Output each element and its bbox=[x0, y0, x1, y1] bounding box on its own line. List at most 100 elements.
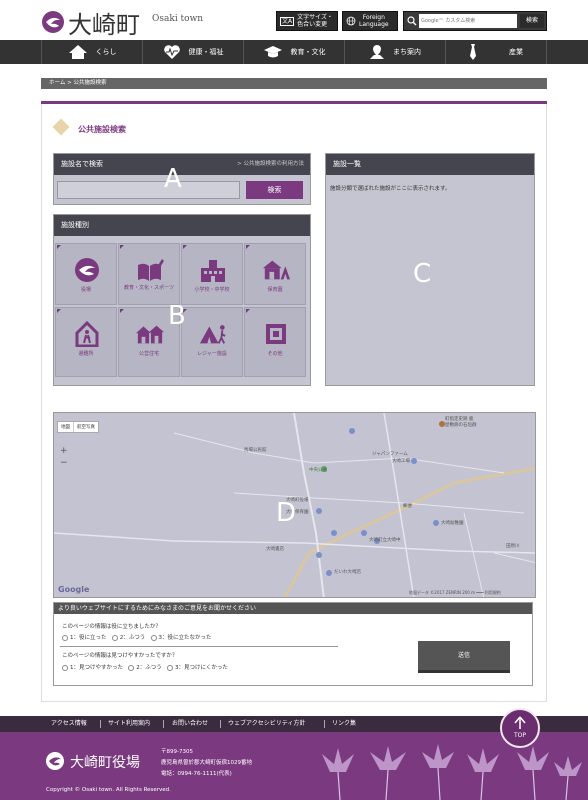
nav-item-kurashi[interactable]: くらし bbox=[41, 40, 142, 64]
name-search-panel: 施設名で検索 > 公共施設検索の利用方法 検索 A bbox=[53, 153, 311, 205]
map-type-map[interactable]: 地図 bbox=[58, 422, 74, 432]
option-label: 1：役に立った bbox=[70, 635, 107, 641]
search-input[interactable] bbox=[419, 14, 517, 28]
site-logo-title[interactable]: 大崎町 bbox=[68, 5, 140, 40]
book-pen-icon bbox=[138, 259, 164, 281]
globe-icon bbox=[346, 16, 356, 26]
radio-button[interactable] bbox=[150, 634, 157, 641]
back-to-top-button[interactable]: TOP bbox=[500, 708, 540, 748]
corner-marker bbox=[57, 309, 61, 313]
radio-button[interactable] bbox=[128, 664, 135, 671]
facility-type-leisure[interactable]: レジャー施設 bbox=[181, 307, 243, 377]
footer-link-links[interactable]: リンク集 bbox=[332, 716, 356, 732]
search-button[interactable]: 検索 bbox=[520, 14, 544, 28]
map-label: 田原川 bbox=[506, 544, 520, 549]
option-label: 1：見つけやすかった bbox=[70, 665, 123, 671]
arrow-up-icon bbox=[514, 716, 526, 729]
facility-type-other[interactable]: その他 bbox=[244, 307, 306, 377]
map-label: 郵便 bbox=[403, 504, 412, 509]
house-icon bbox=[68, 45, 87, 59]
footer-link-divider bbox=[100, 720, 101, 728]
radio-button[interactable] bbox=[62, 664, 68, 671]
footer-link-site-guide[interactable]: サイト利用案内 bbox=[108, 716, 150, 732]
footer-phone: 電話：0994-76-1111(代表) bbox=[161, 771, 232, 777]
town-logo-icon[interactable] bbox=[42, 11, 64, 33]
facility-name-input[interactable] bbox=[57, 181, 240, 199]
nav-item-town-guide[interactable]: まち案内 bbox=[344, 40, 445, 64]
facility-type-nursery[interactable]: 保育園 bbox=[244, 243, 306, 305]
nav-label: 産業 bbox=[509, 48, 523, 56]
footer-link-contact[interactable]: お問い合わせ bbox=[172, 716, 208, 732]
google-logo: Google bbox=[58, 585, 90, 594]
map-label: ジャパンファーム bbox=[372, 452, 408, 457]
tile-label: 保育園 bbox=[267, 287, 283, 293]
nav-label: くらし bbox=[95, 48, 117, 56]
tile-label: レジャー施設 bbox=[197, 351, 227, 357]
usage-help-link[interactable]: > 公共施設検索の利用方法 bbox=[237, 154, 304, 175]
houses-icon bbox=[136, 325, 164, 344]
page-title: 公共施設検索 bbox=[78, 125, 126, 134]
survey-q1-option-1[interactable]: 1：役に立った bbox=[62, 634, 107, 641]
radio-button[interactable] bbox=[167, 664, 173, 671]
back-to-top-label: TOP bbox=[513, 732, 526, 739]
survey-q2-option-1[interactable]: 1：見つけやすかった bbox=[62, 664, 123, 671]
evacuation-icon bbox=[75, 321, 99, 347]
school-building-icon bbox=[201, 260, 225, 282]
facility-list-panel: 施設一覧 施設分類で選ばれた施設がここに表示されます。 C bbox=[325, 153, 535, 386]
option-label: 3：役に立たなかった bbox=[158, 635, 212, 641]
radio-button[interactable] bbox=[62, 634, 68, 641]
nav-label: 教育・文化 bbox=[290, 48, 326, 56]
necktie-icon bbox=[470, 44, 476, 60]
footer-main: 大崎町役場 〒899-7305 鹿児島県曽於郡大崎町仮宿1029番地 電話：09… bbox=[0, 732, 588, 800]
tile-label: 小学校・中学校 bbox=[194, 287, 230, 293]
zoom-out-button[interactable]: − bbox=[60, 457, 68, 469]
option-label: 2：ふつう bbox=[136, 665, 162, 671]
overlay-label-d: D bbox=[276, 498, 297, 528]
tile-label: 役場 bbox=[80, 287, 91, 293]
facility-list-heading: 施設一覧 bbox=[326, 154, 534, 175]
footer-town-logo-icon bbox=[46, 752, 64, 770]
footer-link-accessibility[interactable]: ウェブアクセシビリティ方針 bbox=[228, 716, 305, 732]
facility-type-town-hall[interactable]: 役場 bbox=[55, 243, 117, 305]
footer-address: 鹿児島県曽於郡大崎町仮宿1029番地 bbox=[161, 760, 252, 766]
map-label: 馬場公民館 bbox=[244, 448, 267, 453]
graduation-cap-icon bbox=[263, 46, 282, 58]
facility-type-schools[interactable]: 小学校・中学校 bbox=[181, 243, 243, 305]
site-search: 検索 bbox=[403, 11, 547, 31]
nav-item-industry[interactable]: 産業 bbox=[445, 40, 547, 64]
survey-submit-button[interactable]: 送信 bbox=[418, 641, 510, 673]
nav-item-education[interactable]: 教育・文化 bbox=[243, 40, 344, 64]
facility-type-evacuation[interactable]: 避難所 bbox=[55, 307, 117, 377]
zoom-in-button[interactable]: + bbox=[60, 445, 68, 457]
nav-item-health[interactable]: 健康・福祉 bbox=[142, 40, 243, 64]
survey-q1-option-2[interactable]: 2：ふつう bbox=[111, 634, 145, 641]
town-hall-logo-icon bbox=[75, 258, 99, 282]
survey-q2-option-2[interactable]: 2：ふつう bbox=[128, 664, 162, 671]
global-nav: くらし 健康・福祉 教育・文化 まち案内 産業 bbox=[0, 40, 588, 64]
survey-q2-option-3[interactable]: 3：見つけにくかった bbox=[167, 664, 228, 671]
name-search-heading: 施設名で検索 > 公共施設検索の利用方法 bbox=[54, 154, 310, 175]
survey-q1-option-3[interactable]: 3：役に立たなかった bbox=[150, 634, 212, 641]
map-type-satellite[interactable]: 航空写真 bbox=[74, 422, 98, 432]
lang-button-label-2: Language bbox=[359, 21, 389, 28]
tile-label: 避難所 bbox=[78, 351, 94, 357]
footer-link-divider bbox=[163, 720, 164, 728]
footer-link-access[interactable]: アクセス情報 bbox=[51, 716, 87, 732]
survey-question-2: このページの情報は見つけやすかったですか？ bbox=[62, 653, 178, 659]
facility-search-button[interactable]: 検索 bbox=[246, 181, 303, 199]
foreign-language-button[interactable]: Foreign Language bbox=[342, 11, 398, 31]
facility-type-education-culture-sports[interactable]: 教育・文化・スポーツ bbox=[118, 243, 180, 305]
survey-divider bbox=[60, 646, 338, 647]
corner-marker bbox=[120, 245, 124, 249]
survey-q1-options: 1：役に立った 2：ふつう 3：役に立たなかった bbox=[62, 633, 212, 641]
font-color-settings-button[interactable]: 文A 文字サイズ・ 色合い変更 bbox=[276, 11, 338, 31]
square-icon bbox=[266, 324, 286, 344]
radio-button[interactable] bbox=[111, 634, 118, 641]
footer-link-divider bbox=[220, 720, 221, 728]
breadcrumb-home[interactable]: ホーム bbox=[49, 80, 65, 86]
tent-icon bbox=[199, 325, 226, 344]
breadcrumb: ホーム > 公共施設検索 bbox=[41, 78, 547, 89]
map-label: 大崎書店 bbox=[266, 547, 284, 552]
search-icon bbox=[407, 16, 417, 26]
facility-map[interactable]: 地図 航空写真 + − 町指定史跡 鹿 屋敷跡の石垣群 馬場公民館 中央公園 ジ… bbox=[53, 412, 536, 598]
